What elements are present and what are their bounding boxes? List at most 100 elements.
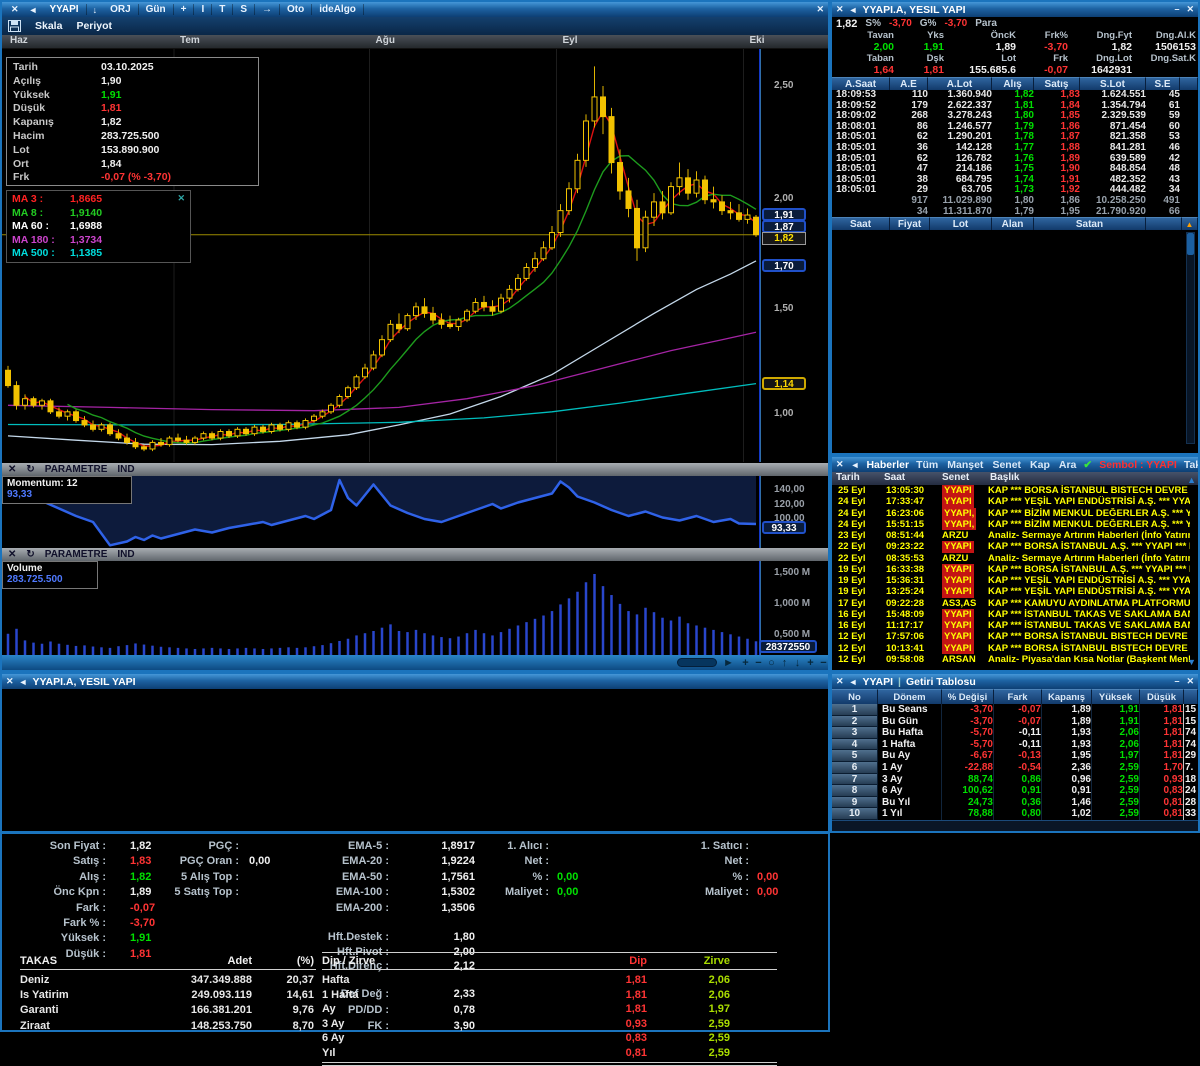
news-row[interactable]: 12 Eyl 17:57:06 YYAPI KAP *** BORSA İSTANBU… — [832, 631, 1198, 643]
news-row[interactable]: 12 Eyl 10:13:41 YYAPI KAP *** BORSA İSTANBU… — [832, 642, 1198, 654]
scroll-right-icon[interactable]: ► — [722, 657, 735, 669]
quote-close-icon[interactable]: ✕ — [1186, 4, 1194, 15]
getiri-row[interactable]: 1 Bu Seans -3,70 -0,07 1,89 1,91 1,81 15 — [832, 704, 1198, 716]
chart-zoom-button[interactable]: + — [739, 657, 752, 669]
getiri-col-Yüksek[interactable]: Yüksek — [1092, 689, 1140, 704]
col-saat[interactable]: Saat — [884, 472, 942, 485]
news-menu-Kap[interactable]: Kap — [1030, 459, 1050, 471]
chart-close-icon[interactable]: ✕ — [816, 4, 824, 15]
news-menu-Manşet[interactable]: Manşet — [947, 459, 983, 471]
toolbar-item-Oto[interactable]: Oto — [280, 4, 313, 15]
news-row[interactable]: 24 Eyl 16:23:06 YYAPI, KAP *** BİZİM MENKUL… — [832, 507, 1198, 519]
getiri-row[interactable]: 3 Bu Hafta -5,70 -0,11 1,93 2,06 1,81 74 — [832, 727, 1198, 739]
depth-row[interactable]: 18:09:53 110 1.360.940 1,82 1,83 1.624.551 45 — [832, 89, 1198, 101]
tick-col-Saat[interactable]: Saat — [832, 217, 890, 231]
news-row[interactable]: 19 Eyl 15:36:31 YYAPI KAP *** YEŞİL YAPI EN… — [832, 575, 1198, 587]
minimize-icon[interactable]: – — [1174, 4, 1179, 15]
getiri-col-Düşük[interactable]: Düşük — [1140, 689, 1184, 704]
getiri-row[interactable]: 86 Ay 100,62 0,91 0,91 2,59 0,83 24 — [832, 785, 1198, 797]
menu-takvim[interactable]: Takvim — [1184, 459, 1198, 471]
filter-check-icon[interactable]: ✔ — [1083, 459, 1092, 471]
news-row[interactable]: 22 Eyl 09:23:22 YYAPI KAP *** BORSA İSTANBU… — [832, 541, 1198, 553]
news-scroll-up-icon[interactable]: ▲ — [1187, 475, 1196, 485]
chart-scrollbar[interactable]: ► + − ○ ↑ ↓ + − — [2, 655, 828, 670]
getiri-col-No[interactable]: No — [832, 689, 878, 704]
chart-zoom-button[interactable]: ↑ — [778, 657, 791, 669]
volume-plot[interactable]: 1,500 M 1,000 M 0,500 M 28372550 Volume 283… — [2, 561, 828, 658]
symbol-filter[interactable]: Sembol : YYAPI — [1099, 459, 1177, 471]
momentum-close-icon[interactable]: ✕ — [8, 464, 16, 475]
news-row[interactable]: 24 Eyl 17:33:47 YYAPI KAP *** YEŞİL YAPI EN… — [832, 496, 1198, 508]
news-row[interactable]: 19 Eyl 16:33:38 YYAPI KAP *** BORSA İSTANBU… — [832, 563, 1198, 575]
close-icon[interactable]: ✕ — [836, 4, 844, 15]
news-row[interactable]: 17 Eyl 09:22:28 AS3,AS KAP *** KAMUYU AYDIN… — [832, 598, 1198, 609]
getiri-col-% Değişi[interactable]: % Değişi — [942, 689, 994, 704]
toolbar-item-S[interactable]: S — [233, 4, 256, 15]
col-tarih[interactable]: Tarih — [832, 472, 884, 485]
getiri-col-Fark[interactable]: Fark — [994, 689, 1042, 704]
symbol-tab[interactable]: YYAPI — [42, 4, 87, 15]
depth-scrollbar[interactable] — [1186, 232, 1195, 444]
toolbar-item-→[interactable]: → — [255, 4, 281, 15]
menu-periyot[interactable]: Periyot — [76, 20, 112, 32]
para-menu[interactable]: Para — [975, 18, 997, 29]
news-row[interactable]: 19 Eyl 13:25:24 YYAPI KAP *** YEŞİL YAPI EN… — [832, 586, 1198, 598]
toolbar-item-+[interactable]: + — [174, 4, 195, 15]
getiri-row[interactable]: 61 Ay -22,88 -0,54 2,36 2,59 1,70 7. — [832, 761, 1198, 774]
getiri-scroll-strip[interactable] — [832, 820, 1198, 831]
chart-zoom-button[interactable]: ○ — [765, 657, 778, 669]
toolbar-item-T[interactable]: T — [212, 4, 234, 15]
ma-legend-close-icon[interactable]: ✕ — [177, 193, 185, 204]
news-list[interactable]: 25 Eyl 13:05:30 YYAPI KAP *** BORSA İSTANBU… — [832, 485, 1198, 665]
news-menu-Senet[interactable]: Senet — [992, 459, 1021, 471]
toolbar-item-ideAlgo[interactable]: ideAlgo — [312, 4, 364, 15]
getiri-col-Kapanış[interactable]: Kapanış — [1042, 689, 1092, 704]
toolbar-item-I[interactable]: I — [194, 4, 213, 15]
close-icon[interactable]: ✕ — [836, 459, 844, 470]
depth-row[interactable]: 34 11.311.870 1,79 1,95 21.790.920 66 — [832, 206, 1198, 218]
getiri-row[interactable]: 9 Bu Yıl 24,73 0,36 1,46 2,59 0,81 28 — [832, 796, 1198, 809]
col-senet[interactable]: Senet — [942, 472, 990, 485]
news-row[interactable]: 23 Eyl 08:51:44 ARZU Analiz- Sermaye Artırı… — [832, 530, 1198, 541]
news-row[interactable]: 24 Eyl 15:51:15 YYAPI, KAP *** BİZİM MENKUL… — [832, 518, 1198, 530]
volume-ind[interactable]: IND — [117, 549, 134, 560]
col-baslik[interactable]: Başlık — [990, 472, 1019, 485]
minimize-icon[interactable]: – — [1174, 676, 1179, 687]
depth-table[interactable]: 18:09:53 110 1.360.940 1,82 1,83 1.624.551 45 1… — [832, 89, 1198, 218]
momentum-plot[interactable]: 140,00 120,00 100,00 93,33 Momentum: 12 93,… — [2, 476, 828, 548]
getiri-row[interactable]: 5 Bu Ay -6,67 -0,13 1,95 1,97 1,81 29 — [832, 750, 1198, 762]
tick-col-Alan[interactable]: Alan — [992, 217, 1034, 231]
momentum-refresh-icon[interactable]: ↻ — [26, 464, 34, 475]
news-menu-Tüm[interactable]: Tüm — [916, 459, 938, 471]
getiri-col-Dönem[interactable]: Dönem — [878, 689, 942, 704]
volume-refresh-icon[interactable]: ↻ — [26, 549, 34, 560]
chart-zoom-button[interactable]: − — [817, 657, 830, 669]
news-row[interactable]: 12 Eyl 09:58:08 ARSAN Analiz- Piyasa'dan Kı… — [832, 654, 1198, 665]
toolbar-item-ORJ[interactable]: ORJ — [103, 4, 139, 15]
back-icon[interactable]: ◄ — [19, 677, 28, 687]
save-icon[interactable] — [8, 20, 21, 32]
close-icon[interactable]: ✕ — [6, 676, 14, 687]
tick-col-Satan[interactable]: Satan — [1034, 217, 1146, 231]
volume-parametre[interactable]: PARAMETRE — [45, 549, 108, 560]
getiri-row[interactable]: 10 1 Yıl 78,88 0,80 1,02 2,59 0,81 33 — [832, 808, 1198, 820]
chart-scrollbar-thumb[interactable] — [677, 658, 717, 667]
back-icon[interactable]: ◄ — [851, 460, 860, 470]
tick-col-Fiyat[interactable]: Fiyat — [890, 217, 930, 231]
getiri-close-icon[interactable]: ✕ — [1186, 676, 1194, 687]
back-icon[interactable]: ◄ — [24, 5, 43, 15]
depth-scroll-up-icon[interactable]: ▲ — [1182, 217, 1198, 231]
chart-zoom-button[interactable]: + — [804, 657, 817, 669]
news-menu-Ara[interactable]: Ara — [1059, 459, 1077, 471]
back-icon[interactable]: ◄ — [849, 5, 858, 15]
depth-row[interactable]: 18:05:01 36 142.128 1,77 1,88 841.281 46 — [832, 142, 1198, 154]
close-icon[interactable]: ✕ — [6, 4, 24, 15]
close-icon[interactable]: ✕ — [836, 676, 844, 687]
news-row[interactable]: 16 Eyl 11:17:17 YYAPI KAP *** İSTANBUL TAKA… — [832, 620, 1198, 632]
getiri-row[interactable]: 73 Ay 88,74 0,86 0,96 2,59 0,93 18 — [832, 773, 1198, 786]
getiri-row[interactable]: 2 Bu Gün -3,70 -0,07 1,89 1,91 1,81 15 — [832, 715, 1198, 728]
news-row[interactable]: 16 Eyl 15:48:09 YYAPI KAP *** İSTANBUL TAKA… — [832, 608, 1198, 620]
volume-close-icon[interactable]: ✕ — [8, 549, 16, 560]
chart-zoom-button[interactable]: − — [752, 657, 765, 669]
depth-row[interactable]: 917 11.029.890 1,80 1,86 10.258.250 491 — [832, 195, 1198, 207]
